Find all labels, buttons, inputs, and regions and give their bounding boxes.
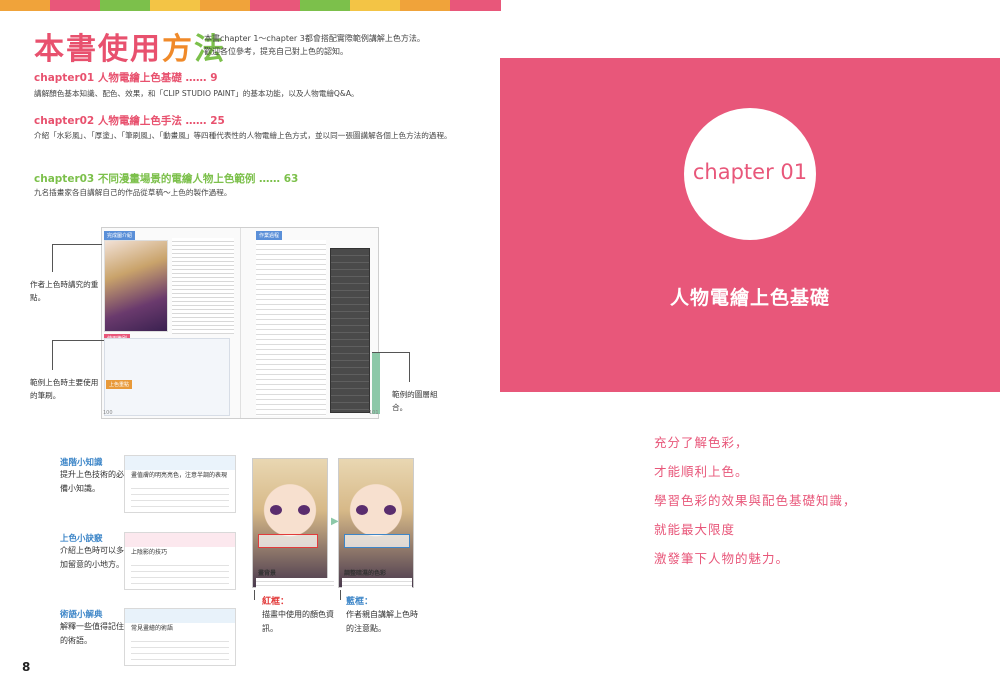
spread-gutter [240, 228, 241, 418]
sidebar-terms-heading: 術語小解典 [60, 610, 103, 620]
terms-box: 常見畫繪的術語 [124, 608, 236, 666]
sidebar-advanced-body: 提升上色技術的必備小知識。 [60, 470, 124, 493]
eye-icon [298, 505, 310, 515]
strip-segment [450, 0, 501, 11]
sidebar-tips-heading: 上色小訣竅 [60, 534, 103, 544]
blue-frame-desc: 作者親自講解上色時的注意點。 [346, 610, 418, 633]
spread-illustration [104, 240, 168, 332]
red-frame-desc: 描畫中使用的顏色資訊。 [262, 610, 334, 633]
page-number: 8 [22, 660, 31, 674]
strip-segment [250, 0, 301, 11]
intro-text: 本書chapter 1〜chapter 3都會搭配實際範例講解上色方法。 歡迎各… [204, 34, 425, 56]
blue-pointer-line [340, 590, 341, 600]
poem-line-4: 就能最大限度 [654, 522, 736, 537]
poem-line-5: 激發筆下人物的魅力。 [654, 551, 790, 566]
poem-line-1: 充分了解色彩， [654, 435, 749, 450]
poem-line-2: 才能順利上色。 [654, 464, 749, 479]
spread-page-right: 101 [369, 410, 379, 416]
spread-right-text [256, 240, 326, 416]
spread-tag-finished: 完成圖介紹 [104, 231, 136, 240]
strip-segment [200, 0, 251, 11]
callout-layers: 範例的圖層組合。 [392, 390, 438, 412]
eye-icon [270, 505, 282, 515]
spread-text-block [172, 238, 234, 334]
callout-line-2 [52, 340, 104, 370]
spread-page-left: 100 [103, 410, 113, 416]
chapter02-desc: 介紹「水彩風」、「厚塗」、「筆刷風」、「動畫風」等四種代表性的人物電繪上色方式，… [34, 131, 452, 140]
chapter03-heading: chapter03 不同漫畫場景的電繪人物上色範例 …… 63 [34, 173, 299, 185]
blue-frame [344, 534, 410, 548]
strip-segment [300, 0, 351, 11]
spread-brush-panel [104, 338, 230, 416]
callout-brush: 範例上色時主要使用的筆刷。 [30, 378, 99, 400]
chapter03-desc: 九名插畫家各自講解自己的作品從草稿〜上色的製作過程。 [34, 188, 232, 197]
advanced-tip-box: 畫值膚的明亮亮色，注意半調的表現 [124, 455, 236, 513]
chapter01-desc: 講解顏色基本知識、配色、效果，和「CLIP STUDIO PAINT」的基本功能… [34, 89, 359, 98]
eye-icon [356, 505, 368, 515]
page-title: 本書使用方法 [34, 32, 226, 67]
caption-right: 調整暗濕的色彩 [344, 570, 387, 577]
strip-segment [0, 0, 51, 11]
caption-left: 畫背景 [258, 570, 277, 577]
chapter-title: 人物電繪上色基礎 [669, 287, 830, 309]
caption-right-lines [342, 578, 412, 588]
poem-line-3: 學習色彩的效果與配色基礎知識， [654, 493, 857, 508]
chapter-badge: chapter 01 [684, 108, 816, 240]
red-frame-label: 紅框： [262, 597, 290, 607]
chapter01-heading: chapter01 人物電繪上色基礎 …… 9 [34, 72, 218, 84]
tips-box: 上陰影的技巧 [124, 532, 236, 590]
eye-icon [384, 505, 396, 515]
strip-segment [350, 0, 401, 11]
sidebar-tips-body: 介紹上色時可以多加留意的小地方。 [60, 546, 124, 569]
spread-tag-process: 作業過程 [256, 231, 283, 240]
caption-left-lines [256, 578, 334, 588]
sidebar-advanced-heading: 進階小知識 [60, 458, 103, 468]
callout-line-1 [52, 244, 102, 272]
callout-line-3 [372, 352, 410, 382]
strip-segment [400, 0, 451, 11]
red-frame [258, 534, 318, 548]
blue-frame-label: 藍框： [346, 597, 374, 607]
red-pointer-line [254, 590, 255, 600]
strip-segment [150, 0, 201, 11]
spread-tag-point: 上色重點 [106, 380, 133, 389]
spread-layer-panel [330, 248, 370, 413]
strip-segment [100, 0, 151, 11]
chapter-label: chapter 01 [692, 160, 808, 184]
sidebar-terms-body: 解釋一些值得記住的術語。 [60, 622, 124, 645]
callout-emphasis: 作者上色時講究的重點。 [30, 280, 99, 302]
chapter02-heading: chapter02 人物電繪上色手法 …… 25 [34, 115, 225, 127]
strip-segment [50, 0, 101, 11]
